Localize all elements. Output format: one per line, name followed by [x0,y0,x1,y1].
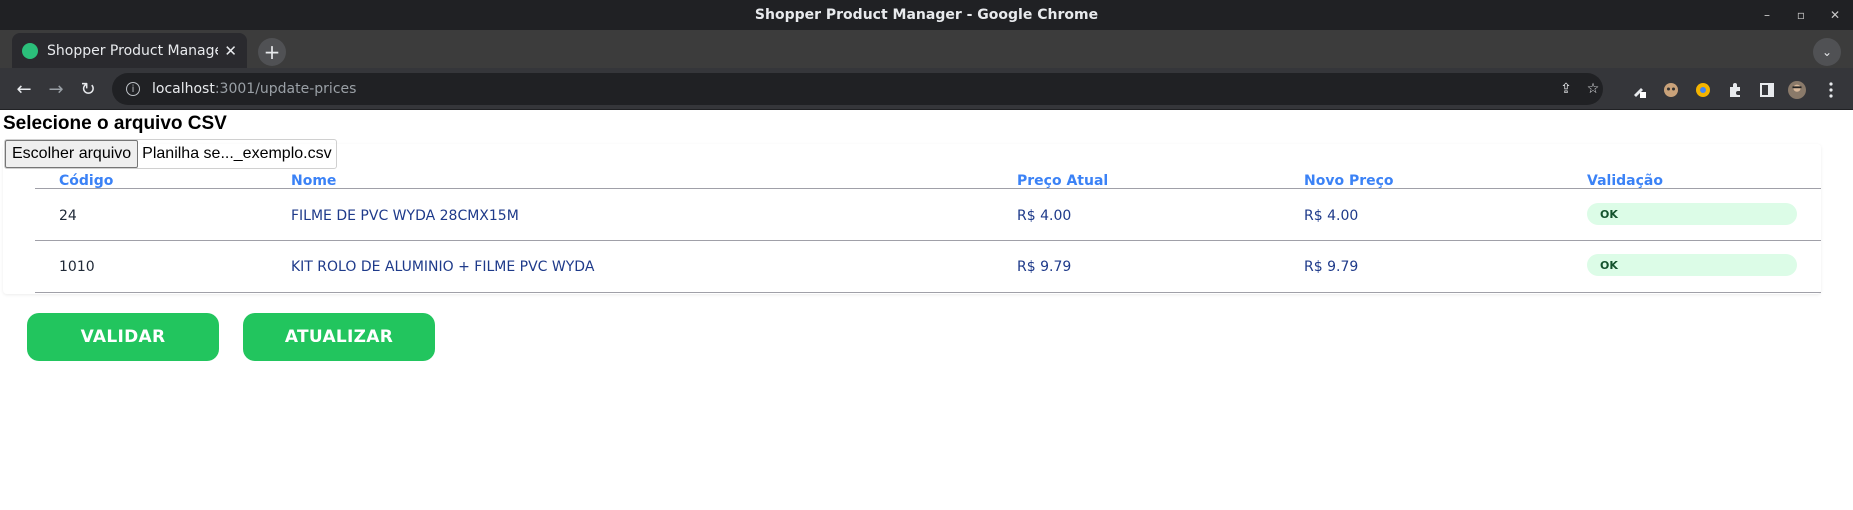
new-tab-button[interactable]: + [258,38,286,66]
choose-file-button[interactable]: Escolher arquivo [5,140,139,168]
page-content: Selecione o arquivo CSV Escolher arquivo… [0,111,1853,510]
minimize-icon[interactable]: – [1752,0,1782,30]
table-cell-current-price: R$ 9.79 [1017,259,1072,275]
table-cell-name: KIT ROLO DE ALUMINIO + FILME PVC WYDA [291,259,595,275]
selected-file-name: Planilha se..._exemplo.csv [142,145,332,162]
table-cell-new-price: R$ 4.00 [1304,208,1359,224]
status-badge: OK [1587,254,1797,276]
row-divider [35,292,1821,293]
close-window-icon[interactable]: ✕ [1820,0,1850,30]
validate-button[interactable]: VALIDAR [27,313,219,361]
tab-search-icon[interactable]: ⌄ [1813,38,1841,66]
column-header-new-price: Novo Preço [1304,173,1394,189]
side-panel-icon[interactable] [1758,81,1776,99]
bookmark-icon[interactable]: ☆ [1582,78,1604,100]
table-cell-new-price: R$ 9.79 [1304,259,1359,275]
tab-shopper[interactable]: Shopper Product Manager ✕ [12,33,247,68]
share-icon[interactable]: ⇪ [1555,78,1577,100]
address-bar[interactable]: i localhost:3001/update-prices ⇪ ☆ [112,73,1603,105]
color-extension-icon[interactable] [1694,81,1712,99]
column-header-code: Código [59,173,114,189]
row-divider [35,240,1821,241]
maximize-icon[interactable]: ▫ [1786,0,1816,30]
status-badge: OK [1587,203,1797,225]
reload-icon[interactable]: ↻ [74,75,102,103]
browser-toolbar: ← → ↻ i localhost:3001/update-prices ⇪ ☆ [0,68,1853,110]
edit-extension-icon[interactable] [1630,81,1648,99]
update-button[interactable]: ATUALIZAR [243,313,435,361]
avatar[interactable] [1788,81,1806,99]
forward-icon[interactable]: → [42,75,70,103]
tab-title: Shopper Product Manager [47,42,219,59]
table-cell-name: FILME DE PVC WYDA 28CMX15M [291,208,519,224]
column-header-current-price: Preço Atual [1017,173,1109,189]
tab-close-icon[interactable]: ✕ [224,42,237,60]
csv-file-input[interactable]: Escolher arquivo Planilha se..._exemplo.… [4,139,337,169]
url-path: :3001/update-prices [214,81,357,97]
page-title: Selecione o arquivo CSV [3,113,227,134]
table-cell-code: 24 [59,208,77,224]
column-header-name: Nome [291,173,337,189]
header-divider [35,188,1821,189]
window-titlebar: Shopper Product Manager - Google Chrome … [0,0,1853,30]
table-cell-current-price: R$ 4.00 [1017,208,1072,224]
column-header-validation: Validação [1587,173,1663,189]
url-host: localhost [152,81,215,97]
site-info-icon[interactable]: i [126,82,140,96]
menu-kebab-icon[interactable] [1822,81,1840,99]
shopper-leaf-icon [22,42,38,59]
table-cell-code: 1010 [59,259,95,275]
back-icon[interactable]: ← [10,75,38,103]
window-title: Shopper Product Manager - Google Chrome [754,7,1099,23]
puzzle-icon[interactable] [1726,81,1744,99]
face-extension-icon[interactable] [1662,81,1680,99]
